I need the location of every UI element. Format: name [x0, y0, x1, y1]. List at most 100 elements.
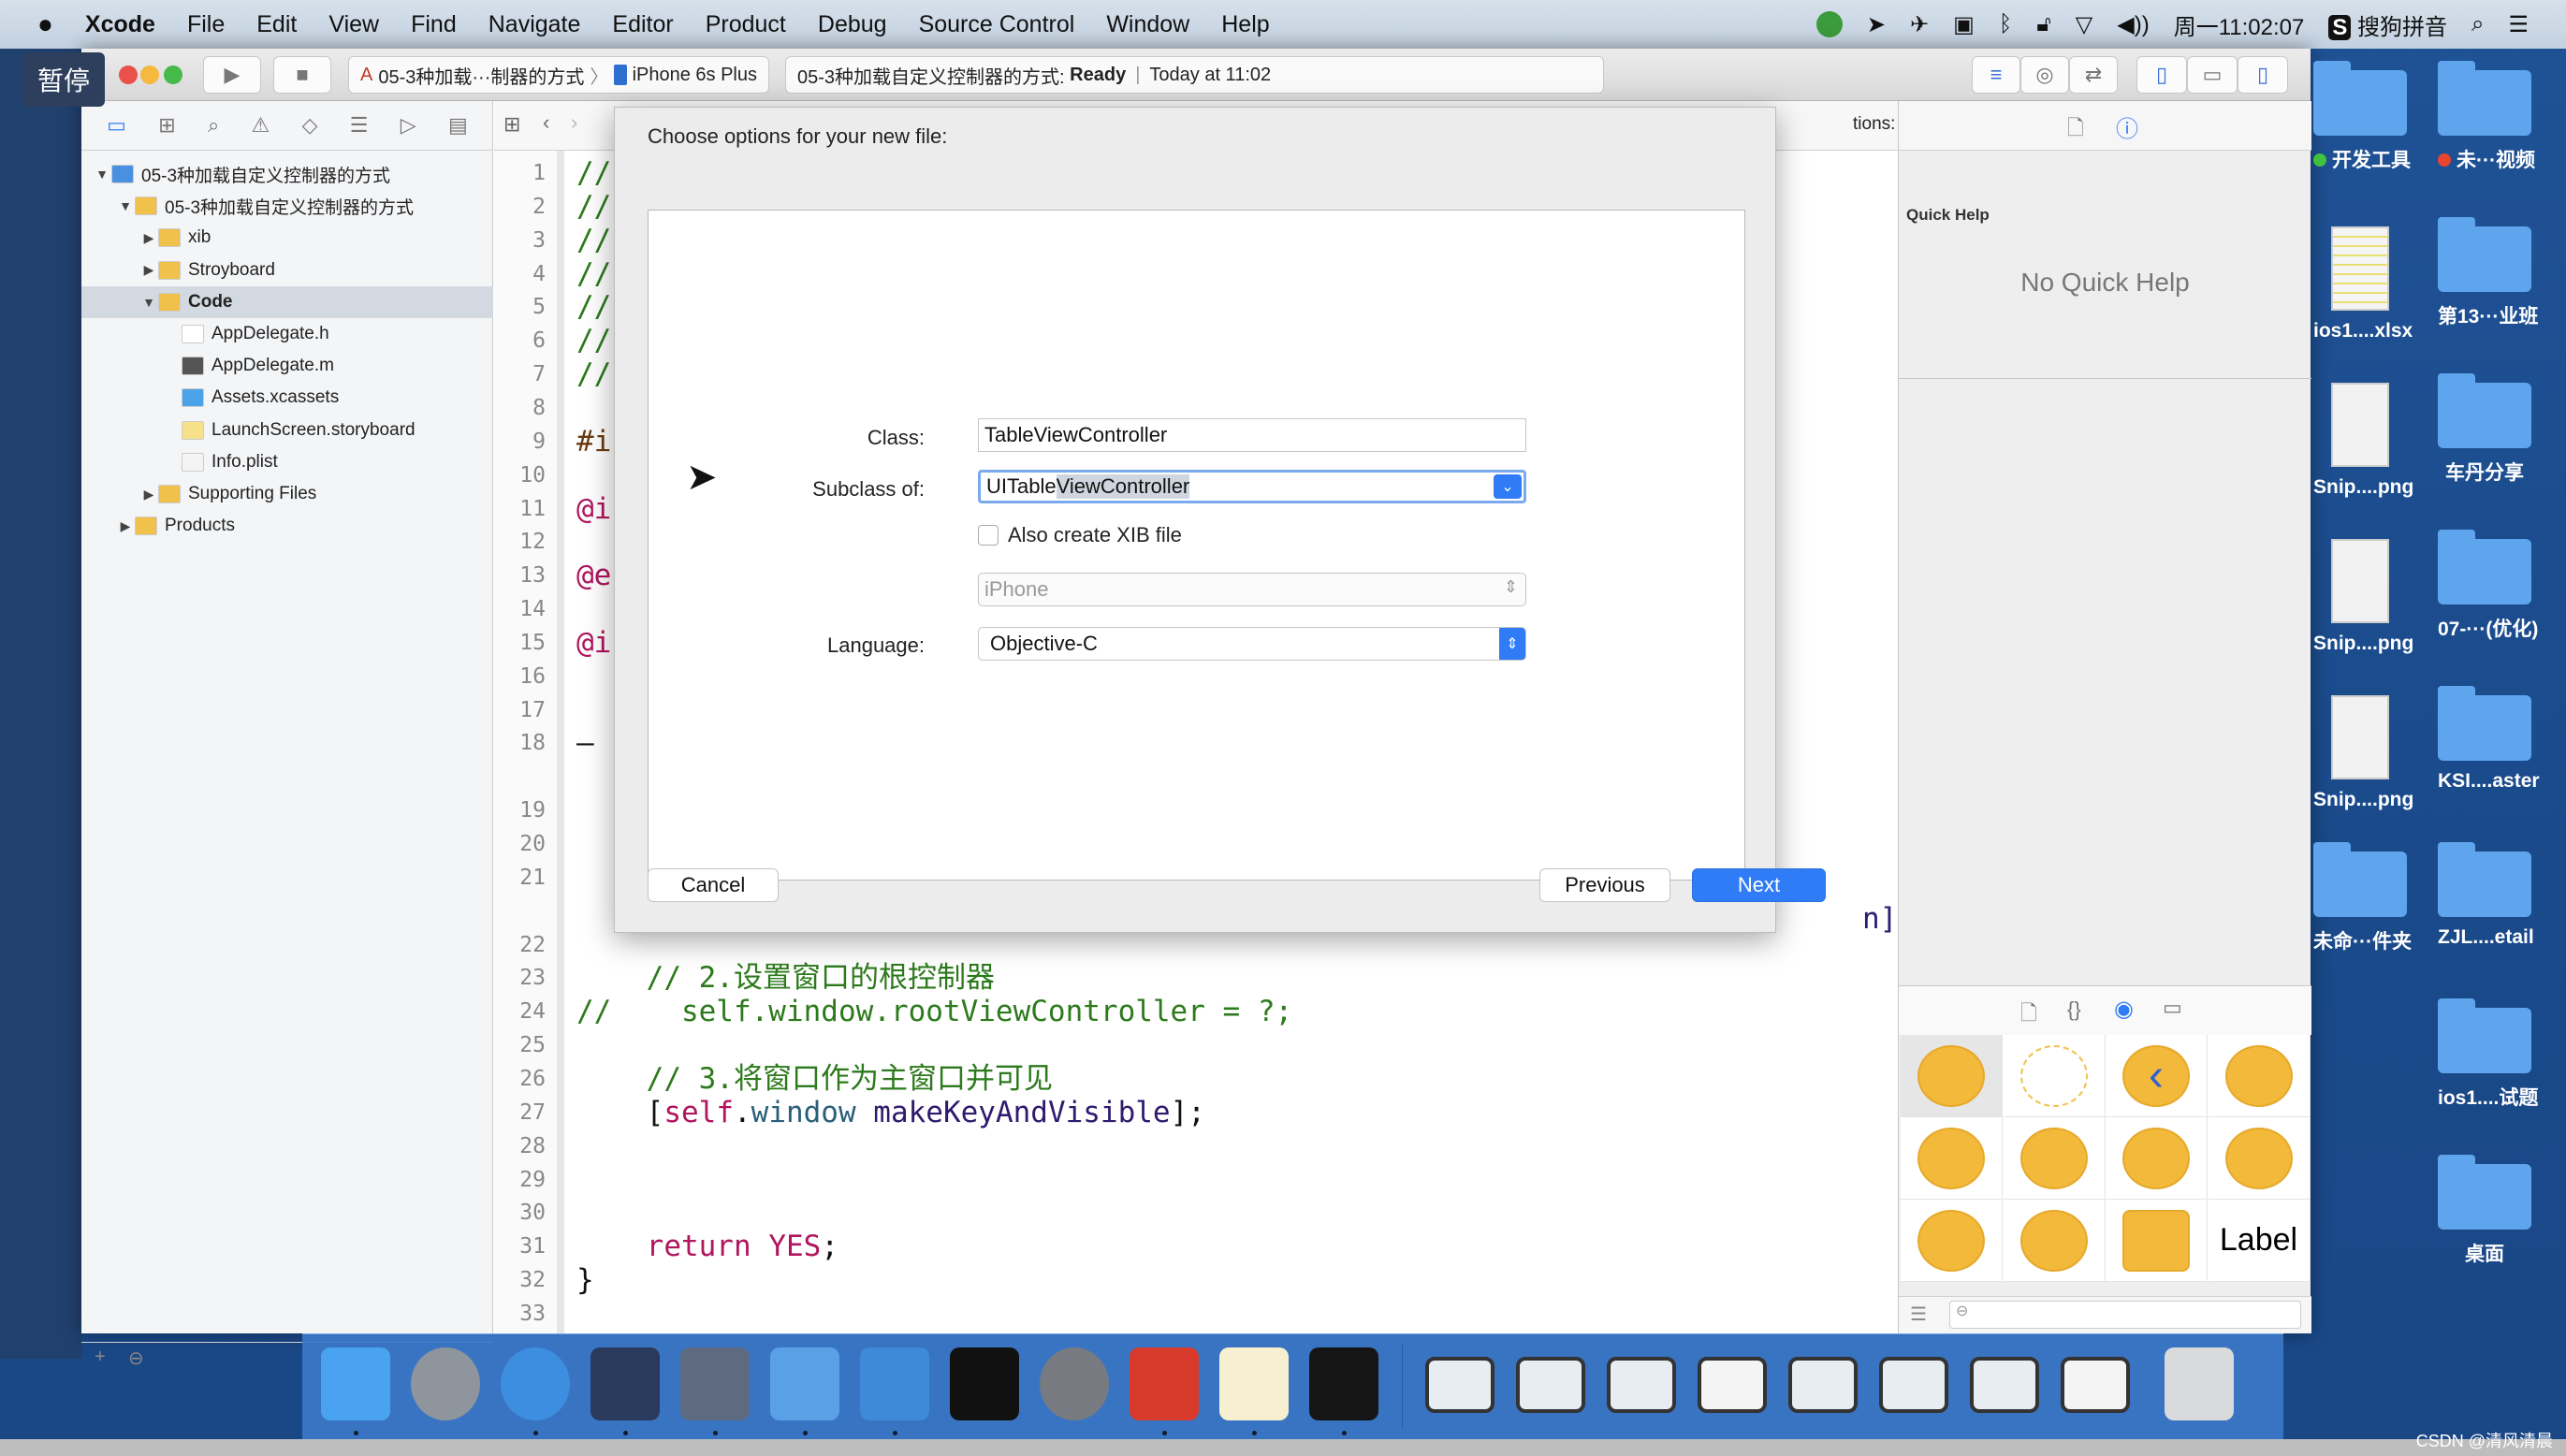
- wifi-icon[interactable]: ▽: [2076, 11, 2092, 38]
- disclosure-closed-icon[interactable]: ▶: [139, 230, 158, 246]
- code-line[interactable]: @i: [576, 626, 611, 660]
- zoom-window-button[interactable]: [164, 66, 182, 84]
- file-inspector-icon[interactable]: 🗋︎: [2067, 112, 2084, 148]
- recording-icon[interactable]: [1815, 11, 1843, 37]
- dock-minimized-window-2[interactable]: [1516, 1357, 1585, 1413]
- menu-editor[interactable]: Editor: [612, 11, 673, 38]
- desktop-icon[interactable]: Snip....png: [2313, 383, 2413, 499]
- scheme-selector[interactable]: A 05-3种加载···制器的方式 〉 iPhone 6s Plus: [348, 56, 769, 94]
- code-line[interactable]: return YES;: [576, 1230, 838, 1263]
- dock-minimized-window-7[interactable]: [1970, 1357, 2039, 1413]
- dock-xcode[interactable]: [770, 1347, 839, 1420]
- menu-view[interactable]: View: [328, 11, 379, 38]
- tree-row[interactable]: ▶ Products: [81, 510, 493, 542]
- library-item-storyboard-reference[interactable]: [2003, 1035, 2106, 1117]
- tree-row[interactable]: ▶ xib: [81, 222, 493, 254]
- dock-minimized-window-1[interactable]: [1425, 1357, 1494, 1413]
- disclosure-open-icon[interactable]: ▼: [93, 167, 111, 182]
- file-template-icon[interactable]: 🗋︎: [2020, 997, 2037, 1033]
- library-item-tab-bar-controller[interactable]: [2003, 1117, 2106, 1200]
- camera-icon[interactable]: ▣: [1953, 11, 1975, 38]
- code-line[interactable]: //: [576, 224, 611, 257]
- menu-debug[interactable]: Debug: [818, 11, 887, 38]
- test-icon[interactable]: ◇: [302, 113, 318, 138]
- previous-button[interactable]: Previous: [1539, 868, 1670, 902]
- desktop-icon[interactable]: 开发工具: [2313, 61, 2411, 173]
- dock-trash[interactable]: [2165, 1347, 2234, 1420]
- code-line[interactable]: #i: [576, 425, 611, 459]
- bluetooth-icon[interactable]: ᛒ: [1999, 11, 2012, 37]
- code-line[interactable]: // self.window.rootViewController = ?;: [576, 995, 1292, 1028]
- code-line[interactable]: //: [576, 156, 611, 190]
- dock-instruments[interactable]: [860, 1347, 929, 1420]
- dock-minimized-window-4[interactable]: [1698, 1357, 1767, 1413]
- dock-launchpad[interactable]: [411, 1347, 480, 1420]
- desktop-icon[interactable]: ZJL....etail: [2438, 842, 2534, 949]
- menu-app-name[interactable]: Xcode: [85, 11, 155, 38]
- menu-file[interactable]: File: [187, 11, 225, 38]
- class-input[interactable]: TableViewController: [978, 418, 1526, 452]
- quick-help-icon[interactable]: ⓘ: [2116, 110, 2138, 143]
- tree-row[interactable]: ▼ Code: [81, 285, 493, 318]
- library-item-av-player-view-controller[interactable]: [2003, 1200, 2106, 1282]
- library-item-navigation-controller[interactable]: ‹: [2106, 1035, 2208, 1117]
- code-line[interactable]: @i: [576, 492, 611, 526]
- stop-button[interactable]: ■: [273, 56, 331, 94]
- dock-imovie[interactable]: [680, 1347, 750, 1420]
- dock-notes[interactable]: [1219, 1347, 1289, 1420]
- menu-source-control[interactable]: Source Control: [919, 11, 1075, 38]
- desktop-icon[interactable]: Snip....png: [2313, 539, 2413, 655]
- library-item-split-view-controller[interactable]: [2106, 1117, 2208, 1200]
- next-button[interactable]: Next: [1692, 868, 1826, 902]
- menu-window[interactable]: Window: [1106, 11, 1189, 38]
- scheme-name[interactable]: 05-3种加载···制器的方式: [378, 62, 584, 89]
- standard-editor-button[interactable]: ≡: [1972, 56, 2020, 94]
- menu-find[interactable]: Find: [411, 11, 457, 38]
- pause-badge[interactable]: 暂停: [22, 52, 105, 107]
- disclosure-closed-icon[interactable]: ▶: [139, 262, 158, 278]
- desktop-icon[interactable]: 桌面: [2438, 1155, 2531, 1267]
- device-name[interactable]: iPhone 6s Plus: [633, 65, 757, 86]
- tree-row[interactable]: ▼ 05-3种加载自定义控制器的方式: [81, 190, 493, 222]
- code-line[interactable]: //: [576, 190, 611, 224]
- video-progress-bar[interactable]: [0, 1439, 2566, 1456]
- object-library-icon[interactable]: ◉: [2114, 996, 2134, 1023]
- toggle-debug-area-button[interactable]: ▭: [2187, 56, 2238, 94]
- code-line[interactable]: –: [576, 726, 594, 760]
- dock-minimized-window-8[interactable]: [2061, 1357, 2130, 1413]
- library-item-object[interactable]: [2106, 1200, 2208, 1282]
- warning-icon[interactable]: ⚠: [252, 113, 270, 138]
- chevron-down-icon[interactable]: ⌄: [1494, 474, 1522, 499]
- code-line[interactable]: // 3.将窗口作为主窗口并可见: [576, 1062, 1053, 1096]
- dock-minimized-window-6[interactable]: [1879, 1357, 1948, 1413]
- library-item-label[interactable]: Label: [2208, 1200, 2311, 1282]
- library-item-page-view-controller[interactable]: [2208, 1117, 2311, 1200]
- tree-row[interactable]: AppDelegate.h: [81, 318, 493, 350]
- version-editor-button[interactable]: ⇄: [2069, 56, 2118, 94]
- desktop-icon[interactable]: Snip....png: [2313, 695, 2413, 811]
- desktop-icon[interactable]: ios1....xlsx: [2313, 226, 2413, 342]
- code-line[interactable]: }: [576, 1263, 594, 1297]
- desktop-icon[interactable]: 车丹分享: [2438, 373, 2531, 486]
- dock-xmind[interactable]: [1130, 1347, 1199, 1420]
- assistant-editor-button[interactable]: ◎: [2020, 56, 2069, 94]
- dock-console[interactable]: [1309, 1347, 1378, 1420]
- desktop-icon[interactable]: 07-···(优化): [2438, 530, 2538, 642]
- lock-icon[interactable]: 🔓︎: [2036, 11, 2051, 37]
- tree-row[interactable]: Info.plist: [81, 446, 493, 478]
- tree-row[interactable]: AppDelegate.m: [81, 350, 493, 382]
- input-method[interactable]: S 搜狗拼音: [2328, 8, 2447, 41]
- tree-row[interactable]: ▶ Supporting Files: [81, 478, 493, 510]
- menu-edit[interactable]: Edit: [256, 11, 297, 38]
- language-popup[interactable]: Objective-C ⇕: [978, 627, 1526, 661]
- desktop-icon[interactable]: 第13···业班: [2438, 217, 2538, 329]
- library-item-glkit-view-controller[interactable]: [1901, 1200, 2003, 1282]
- code-line[interactable]: [self.window makeKeyAndVisible];: [576, 1096, 1205, 1129]
- library-filter-input[interactable]: ⊖: [1949, 1301, 2301, 1329]
- library-item-view-controller[interactable]: [1901, 1035, 2003, 1117]
- code-line[interactable]: @e: [576, 559, 611, 592]
- minimize-window-button[interactable]: [140, 66, 159, 84]
- location-icon[interactable]: ➤: [1867, 11, 1886, 38]
- report-icon[interactable]: ▤: [448, 113, 468, 138]
- volume-icon[interactable]: ◀)): [2117, 11, 2149, 38]
